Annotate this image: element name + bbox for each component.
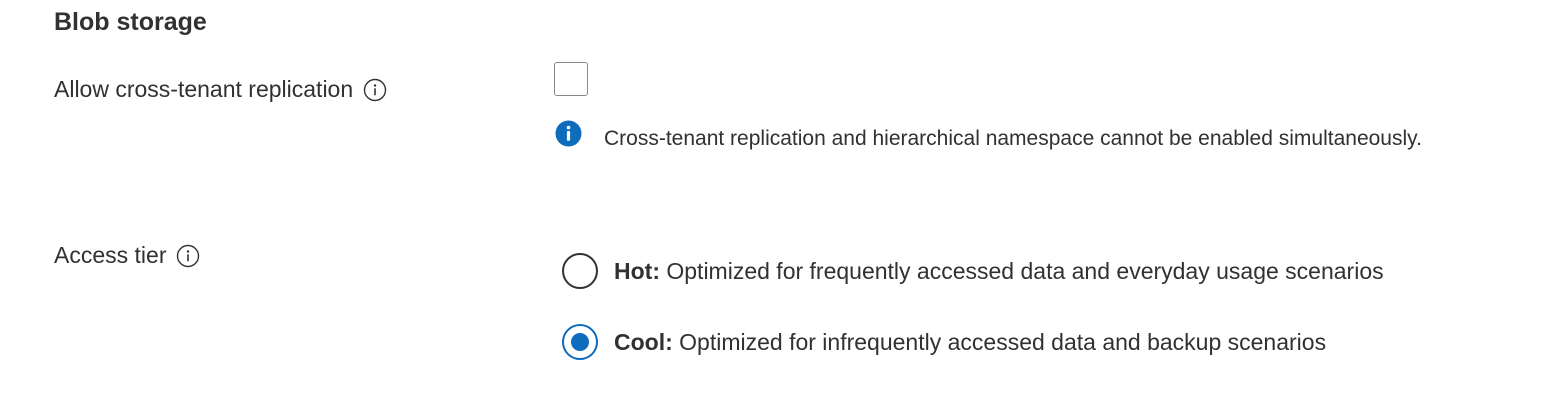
cool-radio-button[interactable] [562, 324, 598, 360]
cool-option-text: Cool: Optimized for infrequently accesse… [614, 329, 1326, 356]
access-tier-label-text: Access tier [54, 242, 167, 268]
hot-option-name: Hot: [614, 257, 660, 284]
access-tier-label: Access tier [54, 242, 200, 269]
info-filled-icon [555, 120, 582, 147]
cross-tenant-replication-label-text: Allow cross-tenant replication [54, 76, 354, 102]
cross-tenant-replication-checkbox[interactable] [554, 62, 588, 96]
section-title: Blob storage [54, 8, 207, 36]
cross-tenant-replication-label: Allow cross-tenant replication [54, 76, 387, 103]
access-tier-hot-option[interactable]: Hot: Optimized for frequently accessed d… [562, 253, 1384, 289]
cross-tenant-notice-text: Cross-tenant replication and hierarchica… [604, 127, 1422, 150]
cool-option-name: Cool: [614, 328, 673, 355]
access-tier-cool-option[interactable]: Cool: Optimized for infrequently accesse… [562, 324, 1326, 360]
info-icon[interactable] [363, 78, 387, 102]
hot-option-text: Hot: Optimized for frequently accessed d… [614, 258, 1384, 285]
hot-option-description: Optimized for frequently accessed data a… [659, 257, 1384, 284]
hot-radio-button[interactable] [562, 253, 598, 289]
cool-option-description: Optimized for infrequently accessed data… [672, 328, 1327, 355]
info-icon[interactable] [176, 244, 200, 268]
